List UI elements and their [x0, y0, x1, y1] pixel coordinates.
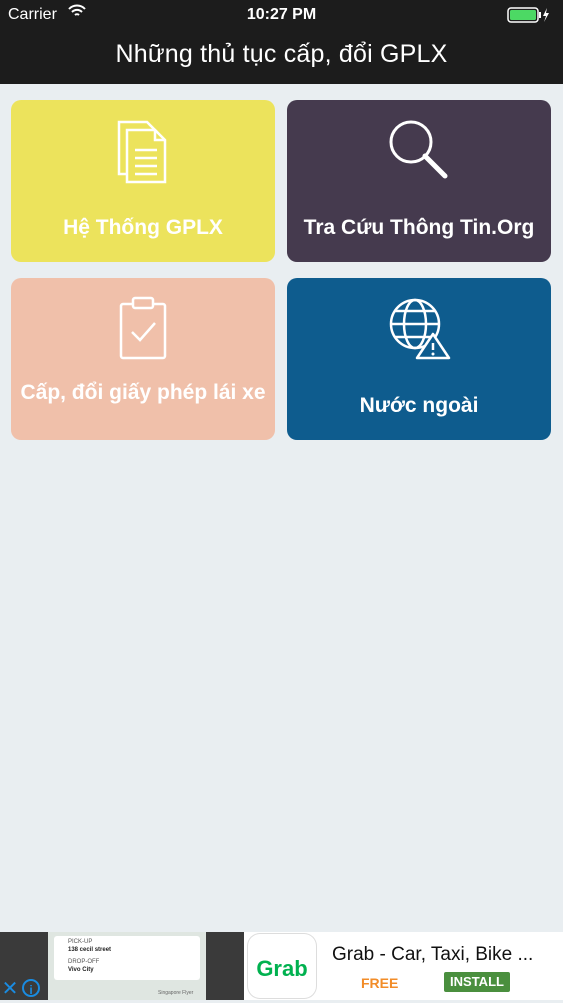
ad-title: Grab - Car, Taxi, Bike ... [332, 944, 534, 965]
page-title: Những thủ tục cấp, đổi GPLX [115, 40, 448, 68]
battery-icon [507, 7, 551, 28]
svg-text:Grab: Grab [256, 956, 307, 981]
tile-label: Tra Cứu Thông Tin.Org [303, 216, 535, 239]
status-bar: Carrier 10:27 PM [0, 0, 563, 30]
clock: 10:27 PM [246, 6, 317, 23]
tile-nuoc-ngoai[interactable]: Nước ngoài [287, 278, 551, 440]
close-icon[interactable]: ✕ [0, 978, 20, 1000]
ad-banner[interactable]: PICK-UP 138 cecil street DROP-OFF Vivo C… [0, 932, 563, 1000]
tile-label: Hệ Thống GPLX [63, 216, 223, 239]
tile-cap-doi-giay-phep[interactable]: Cấp, đổi giấy phép lái xe [11, 278, 275, 440]
tile-tra-cuu[interactable]: Tra Cứu Thông Tin.Org [287, 100, 551, 262]
tile-label: Nước ngoài [359, 394, 479, 417]
dropoff-value: Vivo City [68, 967, 94, 973]
document-icon [115, 118, 171, 189]
ride-card: PICK-UP 138 cecil street DROP-OFF Vivo C… [54, 936, 200, 980]
top-bar: Carrier 10:27 PM Những thủ tục cấp, đổi … [0, 0, 563, 84]
globe-warning-icon [387, 296, 451, 365]
pickup-label: PICK-UP [68, 939, 93, 945]
grab-logo: Grab [248, 934, 316, 998]
tile-he-thong-gplx[interactable]: Hệ Thống GPLX [11, 100, 275, 262]
map-caption: Singapore Flyer [158, 990, 194, 996]
pickup-value: 138 cecil street [68, 947, 112, 953]
search-icon [387, 118, 451, 187]
ad-price: FREE [361, 975, 399, 991]
tile-label: Cấp, đổi giấy phép lái xe [20, 381, 266, 404]
clipboard-check-icon [117, 296, 169, 365]
install-button[interactable]: INSTALL [444, 972, 510, 992]
phone-screenshot: PICK-UP 138 cecil street DROP-OFF Vivo C… [48, 932, 206, 1000]
info-icon[interactable]: i [22, 979, 40, 997]
dropoff-label: DROP-OFF [68, 959, 100, 965]
